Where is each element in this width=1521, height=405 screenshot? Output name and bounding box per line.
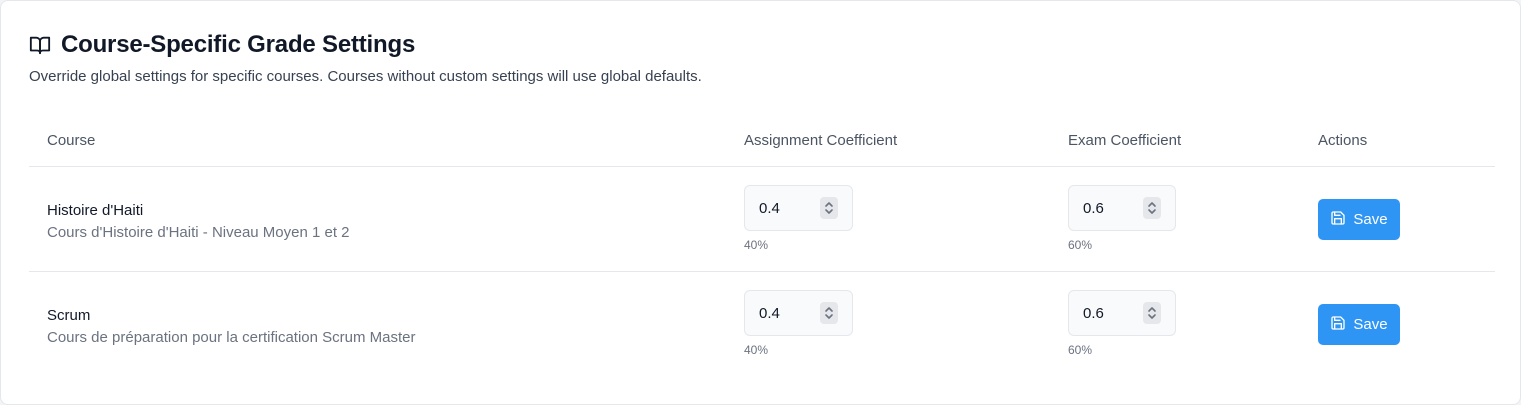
- number-stepper-icon[interactable]: [1143, 197, 1161, 219]
- exam-percentage: 60%: [1068, 343, 1093, 357]
- assignment-coefficient-value: 0.4: [759, 305, 780, 322]
- column-header-course: Course: [47, 132, 96, 149]
- exam-coefficient-cell: 0.6 60%: [1068, 185, 1176, 252]
- grade-settings-card: Course-Specific Grade Settings Override …: [0, 0, 1521, 405]
- save-button-label: Save: [1353, 316, 1388, 333]
- save-button[interactable]: Save: [1318, 304, 1400, 345]
- column-header-exam-coefficient: Exam Coefficient: [1068, 132, 1182, 149]
- assignment-coefficient-cell: 0.4 40%: [744, 185, 853, 252]
- page-subtitle: Override global settings for specific co…: [29, 68, 702, 85]
- exam-coefficient-value: 0.6: [1083, 200, 1104, 217]
- card-header: Course-Specific Grade Settings Override …: [29, 31, 1492, 85]
- column-header-assignment-coefficient: Assignment Coefficient: [744, 132, 898, 149]
- assignment-coefficient-cell: 0.4 40%: [744, 290, 853, 357]
- exam-coefficient-cell: 0.6 60%: [1068, 290, 1176, 357]
- course-name: Scrum: [47, 307, 91, 324]
- number-stepper-icon[interactable]: [820, 197, 838, 219]
- number-stepper-icon[interactable]: [820, 302, 838, 324]
- course-description: Cours de préparation pour la certificati…: [47, 329, 416, 346]
- assignment-percentage: 40%: [744, 238, 769, 252]
- page-title: Course-Specific Grade Settings: [61, 31, 416, 58]
- table-row: Histoire d'Haiti Cours d'Histoire d'Hait…: [29, 167, 1495, 272]
- save-button-label: Save: [1353, 211, 1388, 228]
- save-button[interactable]: Save: [1318, 199, 1400, 240]
- exam-percentage: 60%: [1068, 238, 1093, 252]
- save-icon: [1330, 315, 1346, 335]
- table-header: Course Assignment Coefficient Exam Coeff…: [29, 113, 1495, 167]
- course-settings-table: Course Assignment Coefficient Exam Coeff…: [29, 113, 1495, 377]
- number-stepper-icon[interactable]: [1143, 302, 1161, 324]
- save-icon: [1330, 210, 1346, 230]
- course-name: Histoire d'Haiti: [47, 202, 144, 219]
- assignment-coefficient-value: 0.4: [759, 200, 780, 217]
- course-description: Cours d'Histoire d'Haiti - Niveau Moyen …: [47, 224, 350, 241]
- exam-coefficient-value: 0.6: [1083, 305, 1104, 322]
- table-row: Scrum Cours de préparation pour la certi…: [29, 272, 1495, 377]
- column-header-actions: Actions: [1318, 132, 1368, 149]
- assignment-coefficient-input[interactable]: 0.4: [744, 290, 853, 336]
- exam-coefficient-input[interactable]: 0.6: [1068, 290, 1176, 336]
- assignment-percentage: 40%: [744, 343, 769, 357]
- assignment-coefficient-input[interactable]: 0.4: [744, 185, 853, 231]
- book-open-icon: [29, 34, 51, 56]
- exam-coefficient-input[interactable]: 0.6: [1068, 185, 1176, 231]
- title-row: Course-Specific Grade Settings: [29, 31, 1492, 59]
